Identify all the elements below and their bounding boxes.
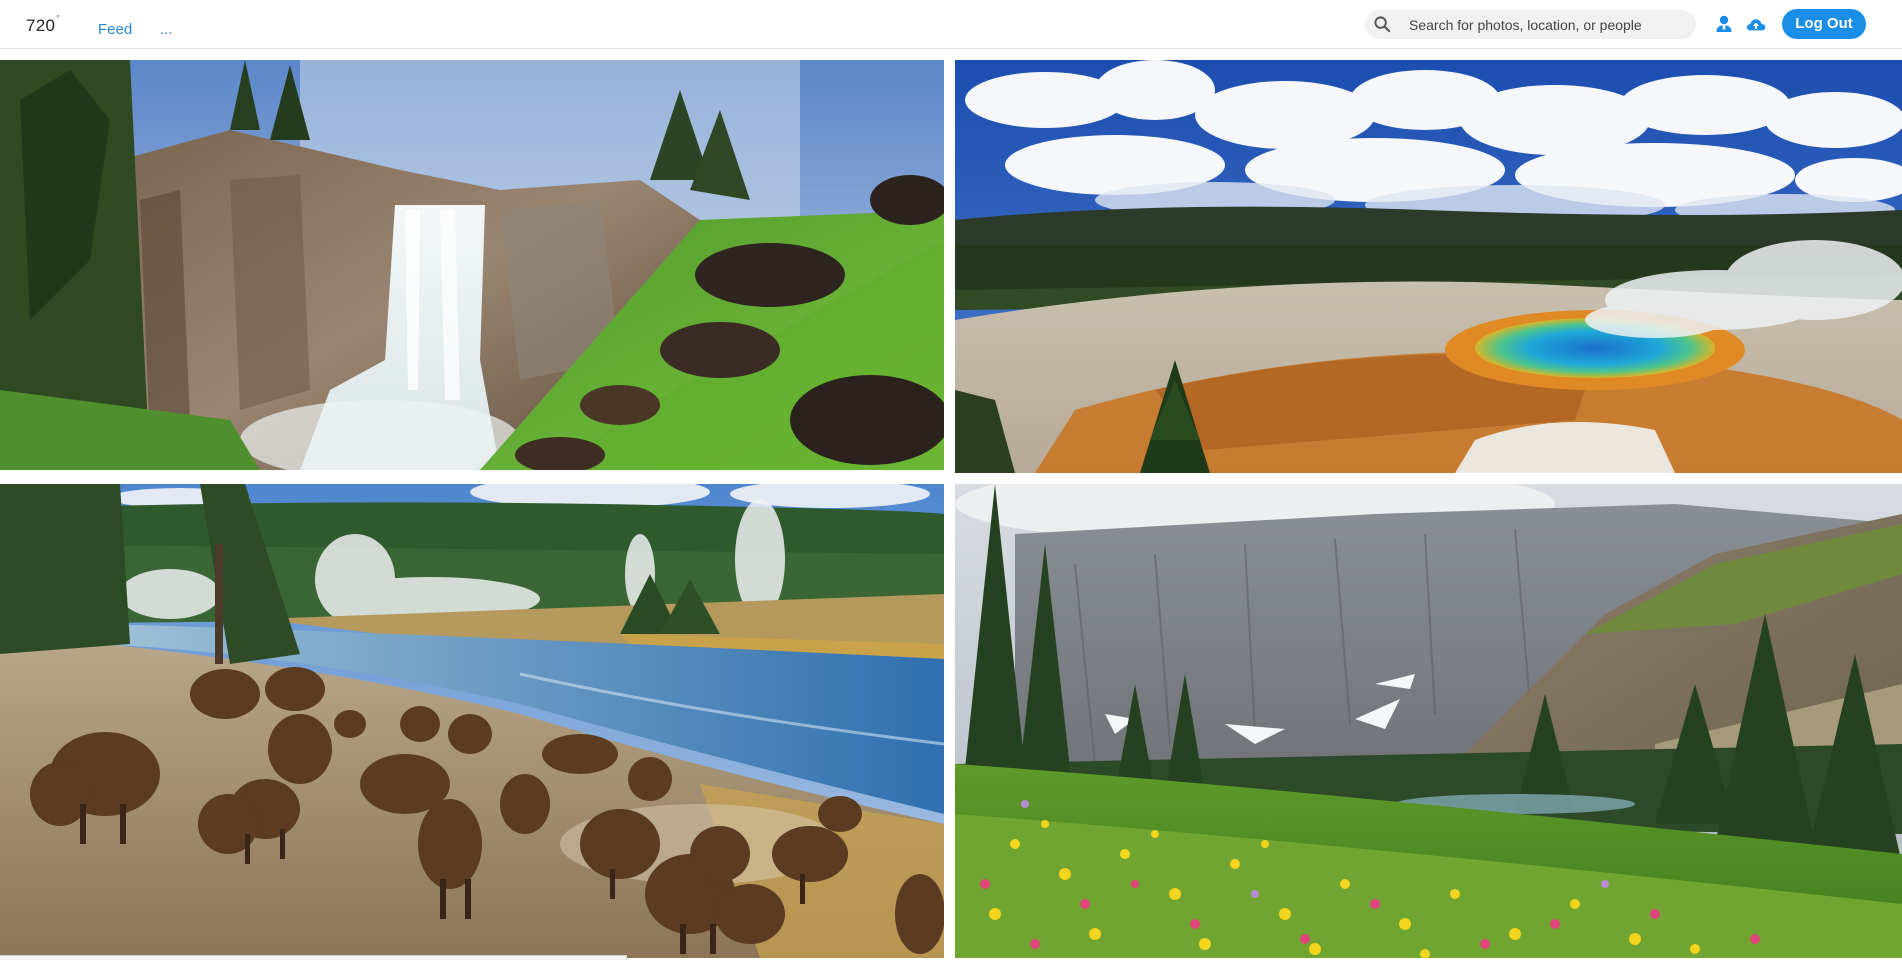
photo-tile-bison[interactable] xyxy=(0,484,944,958)
search-input[interactable] xyxy=(1409,10,1689,39)
photo-tile-alpine-meadow[interactable] xyxy=(955,484,1902,958)
logo-text: 720 xyxy=(26,16,56,35)
browser-status-bar xyxy=(0,955,627,960)
top-navigation-bar: 720° Feed ... Log Out xyxy=(0,0,1902,49)
nav-feed-link[interactable]: Feed xyxy=(98,21,132,38)
photo-tile-hot-spring[interactable] xyxy=(955,60,1902,473)
search-bar[interactable] xyxy=(1365,10,1696,39)
alpine-meadow-photo xyxy=(955,484,1902,958)
search-icon[interactable] xyxy=(1373,15,1392,34)
logout-button[interactable]: Log Out xyxy=(1782,9,1866,39)
waterfall-photo xyxy=(0,60,944,470)
app-logo[interactable]: 720° xyxy=(26,14,60,36)
hot-spring-photo xyxy=(955,60,1902,473)
logo-superscript: ° xyxy=(56,14,60,24)
photo-tile-waterfall[interactable] xyxy=(0,60,944,470)
cloud-upload-icon[interactable] xyxy=(1745,13,1767,35)
user-icon[interactable] xyxy=(1713,13,1735,35)
bison-herd-photo xyxy=(0,484,944,958)
nav-more-link[interactable]: ... xyxy=(160,21,173,38)
